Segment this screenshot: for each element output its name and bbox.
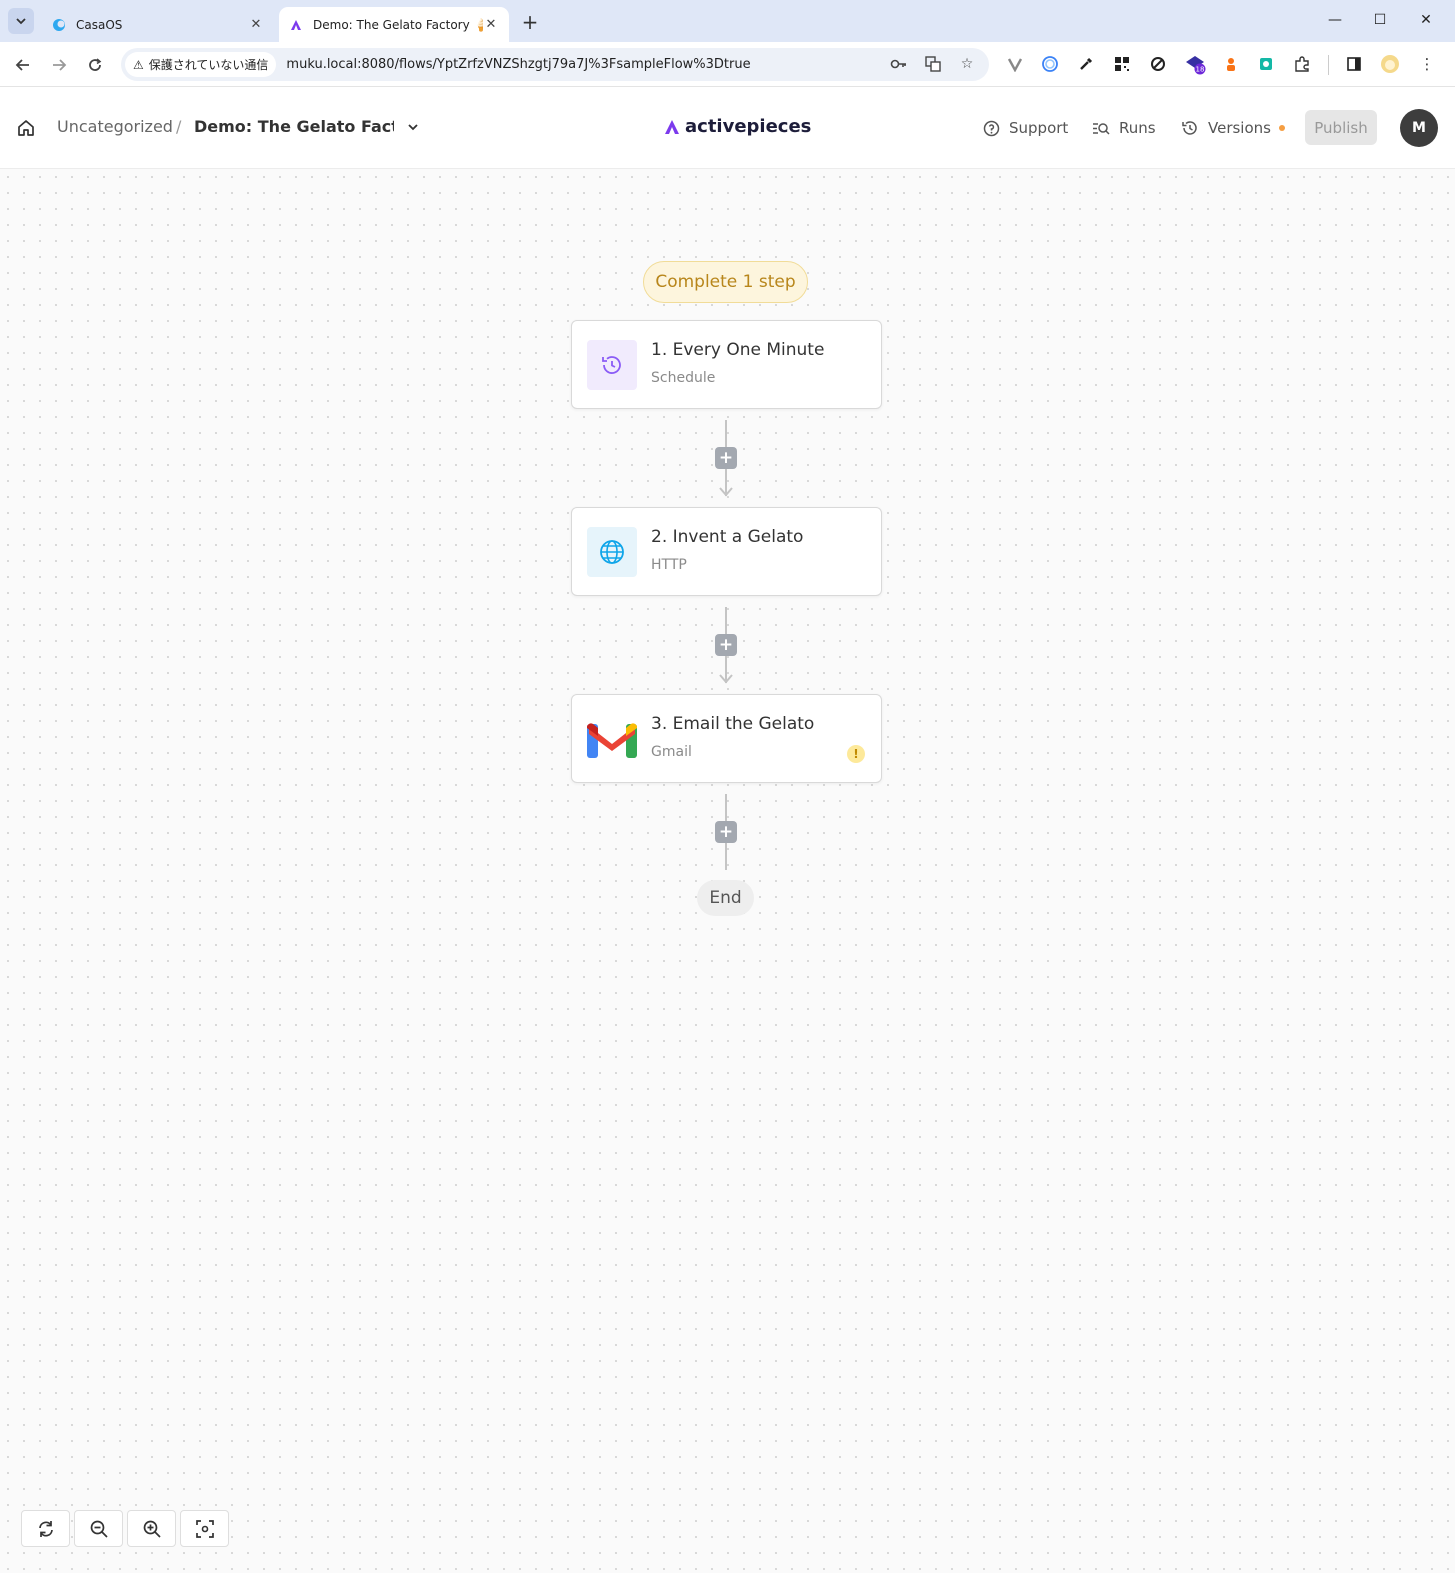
window-close-icon[interactable]: ✕ bbox=[1411, 8, 1441, 32]
chevron-down-icon[interactable] bbox=[404, 117, 422, 137]
step-subtitle: HTTP bbox=[651, 557, 687, 573]
profile-avatar-icon[interactable] bbox=[1377, 51, 1403, 77]
qr-code-icon[interactable] bbox=[1109, 51, 1135, 77]
app-header: Uncategorized / Demo: The Gelato Fact...… bbox=[0, 87, 1455, 169]
browser-tabbar: CasaOS ✕ Demo: The Gelato Factory 🍦 - A … bbox=[0, 0, 1455, 42]
step-card-http[interactable]: 2. Invent a Gelato HTTP bbox=[571, 507, 882, 596]
extension-green-icon[interactable] bbox=[1253, 51, 1279, 77]
url-text[interactable]: muku.local:8080/flows/YptZrfzVNZShzgtj79… bbox=[286, 57, 750, 72]
list-search-icon bbox=[1091, 118, 1111, 138]
flow-name[interactable]: Demo: The Gelato Fact... bbox=[194, 117, 394, 136]
step-title: 2. Invent a Gelato bbox=[651, 527, 804, 547]
forward-icon[interactable] bbox=[46, 52, 72, 78]
zoom-in-button[interactable] bbox=[127, 1510, 176, 1547]
unsaved-indicator-dot bbox=[1278, 125, 1285, 131]
zoom-out-button[interactable] bbox=[74, 1510, 123, 1547]
step-title: 3. Email the Gelato bbox=[651, 714, 815, 734]
maximize-icon[interactable]: ☐ bbox=[1365, 8, 1395, 32]
minimize-icon[interactable]: — bbox=[1320, 8, 1350, 32]
eyedropper-icon[interactable] bbox=[1073, 51, 1099, 77]
key-icon[interactable] bbox=[887, 52, 911, 76]
browser-toolbar: ⚠ 保護されていない通信 muku.local:8080/flows/YptZr… bbox=[0, 42, 1455, 87]
logo-text: activepieces bbox=[685, 116, 812, 137]
add-step-button[interactable]: + bbox=[715, 634, 737, 656]
puzzle-extensions-icon[interactable] bbox=[1289, 51, 1315, 77]
flow-end-marker: End bbox=[697, 880, 754, 916]
security-chip[interactable]: ⚠ 保護されていない通信 bbox=[125, 52, 277, 77]
support-label: Support bbox=[1009, 119, 1069, 137]
add-step-button[interactable]: + bbox=[715, 447, 737, 469]
help-circle-icon bbox=[981, 118, 1001, 138]
close-icon[interactable]: ✕ bbox=[483, 17, 499, 33]
globe-icon bbox=[587, 527, 637, 577]
tab-title: CasaOS bbox=[76, 17, 123, 32]
tab-search-button[interactable] bbox=[8, 8, 34, 34]
versions-label: Versions bbox=[1208, 119, 1271, 137]
add-step-button[interactable]: + bbox=[715, 821, 737, 843]
side-panel-icon[interactable] bbox=[1341, 51, 1367, 77]
reload-icon[interactable] bbox=[82, 52, 108, 78]
translate-icon[interactable] bbox=[921, 52, 945, 76]
activepieces-icon bbox=[289, 18, 303, 32]
zoom-out-icon bbox=[90, 1520, 108, 1538]
breadcrumb-separator: / bbox=[176, 117, 182, 136]
security-label: 保護されていない通信 bbox=[148, 58, 269, 72]
zoom-in-icon bbox=[143, 1520, 161, 1538]
extension-ring-icon[interactable] bbox=[1037, 51, 1063, 77]
close-icon[interactable]: ✕ bbox=[248, 17, 264, 33]
tab-title: Demo: The Gelato Factory 🍦 - A bbox=[313, 17, 483, 32]
home-icon[interactable] bbox=[14, 116, 38, 140]
extension-orange-icon[interactable] bbox=[1218, 51, 1244, 77]
support-button[interactable]: Support bbox=[981, 115, 1068, 141]
step-card-gmail[interactable]: 3. Email the Gelato Gmail ! bbox=[571, 694, 882, 783]
fit-view-button[interactable] bbox=[180, 1510, 229, 1547]
history-icon bbox=[1180, 118, 1200, 138]
versions-button[interactable]: Versions bbox=[1180, 115, 1285, 141]
publish-button[interactable]: Publish bbox=[1305, 110, 1377, 145]
casaos-icon bbox=[52, 18, 66, 32]
incomplete-steps-badge[interactable]: Complete 1 step bbox=[643, 261, 808, 303]
chevron-down-icon bbox=[16, 18, 26, 25]
browser-menu-icon[interactable]: ⋮ bbox=[1414, 51, 1440, 77]
address-bar[interactable]: ⚠ 保護されていない通信 muku.local:8080/flows/YptZr… bbox=[121, 48, 989, 81]
new-tab-button[interactable]: + bbox=[518, 10, 542, 34]
fit-view-icon bbox=[195, 1519, 214, 1538]
extension-v-icon[interactable] bbox=[1002, 51, 1028, 77]
back-icon[interactable] bbox=[10, 52, 36, 78]
extension-badge-icon[interactable]: 18 bbox=[1182, 51, 1208, 77]
step-card-schedule[interactable]: 1. Every One Minute Schedule bbox=[571, 320, 882, 409]
activepieces-logo-icon bbox=[665, 119, 679, 134]
canvas-controls bbox=[21, 1510, 229, 1547]
step-title: 1. Every One Minute bbox=[651, 340, 825, 360]
rotate-icon bbox=[38, 1520, 53, 1537]
runs-button[interactable]: Runs bbox=[1091, 115, 1156, 141]
runs-label: Runs bbox=[1119, 119, 1156, 137]
activepieces-logo: activepieces bbox=[663, 116, 811, 137]
user-avatar[interactable]: M bbox=[1400, 109, 1438, 147]
flow-canvas[interactable]: Complete 1 step 1. Every One Minute Sche… bbox=[0, 169, 1455, 1573]
step-subtitle: Gmail bbox=[651, 744, 692, 760]
arrow-down-icon bbox=[719, 487, 733, 497]
step-subtitle: Schedule bbox=[651, 370, 716, 386]
gmail-icon bbox=[587, 714, 637, 764]
bookmark-star-icon[interactable]: ☆ bbox=[955, 52, 979, 76]
arrow-down-icon bbox=[719, 674, 733, 684]
tab-gelato-factory[interactable]: Demo: The Gelato Factory 🍦 - A ✕ bbox=[279, 7, 509, 42]
block-icon[interactable] bbox=[1145, 51, 1171, 77]
extension-badge-count: 18 bbox=[1196, 66, 1205, 74]
warning-triangle-icon: ⚠ bbox=[133, 57, 144, 72]
tab-casaos[interactable]: CasaOS ✕ bbox=[42, 7, 274, 42]
reset-view-button[interactable] bbox=[21, 1510, 70, 1547]
breadcrumb-folder[interactable]: Uncategorized bbox=[57, 117, 173, 136]
clock-icon bbox=[587, 340, 637, 390]
warning-icon[interactable]: ! bbox=[847, 745, 865, 763]
